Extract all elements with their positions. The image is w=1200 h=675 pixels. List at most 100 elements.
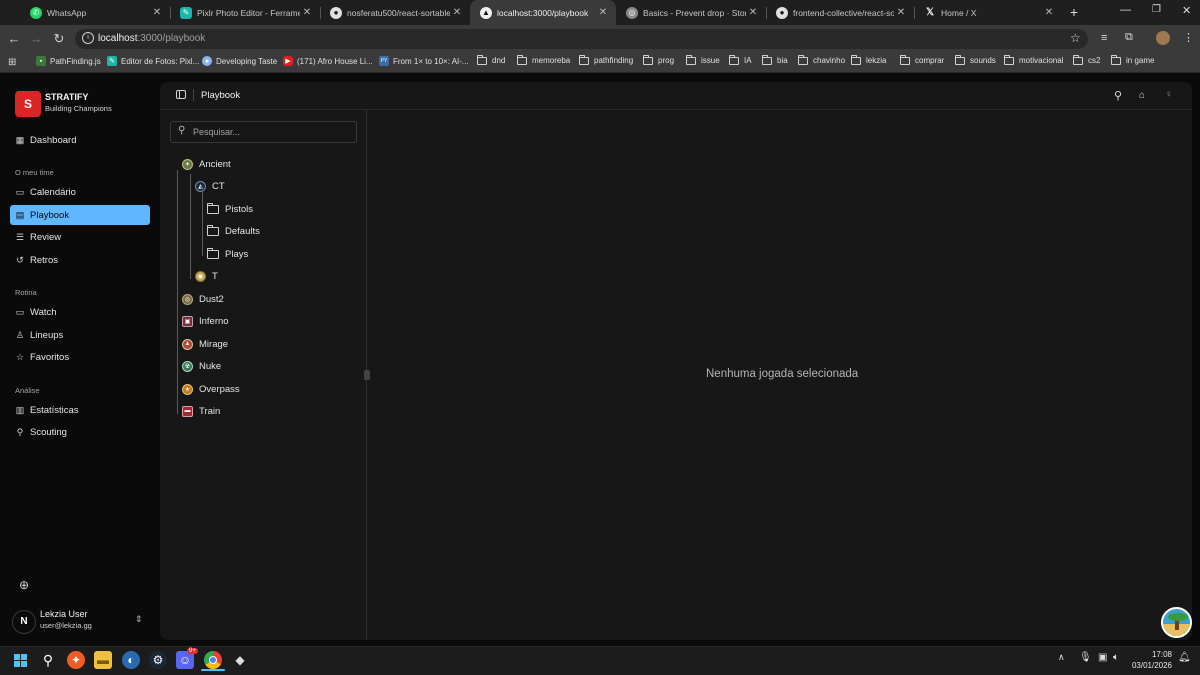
clock-date[interactable]: 03/01/2026 bbox=[1126, 661, 1172, 670]
monitor-icon: ▭ bbox=[15, 306, 25, 317]
sidebar-item-scouting[interactable]: ⚲ Scouting bbox=[10, 422, 150, 442]
sidebar-item-lineups[interactable]: ♙ Lineups bbox=[10, 325, 150, 345]
reload-button[interactable]: ↻ bbox=[50, 30, 68, 48]
bookmark-folder[interactable]: comprar bbox=[900, 54, 944, 65]
tree-node-folder[interactable]: Defaults bbox=[207, 222, 260, 240]
tree-node-ct[interactable]: ◭ CT bbox=[195, 177, 225, 195]
sidebar-item-watch[interactable]: ▭ Watch bbox=[10, 302, 150, 322]
close-tab-icon[interactable]: ✕ bbox=[150, 7, 164, 18]
bookmark-item[interactable]: ▪ PathFinding.js bbox=[36, 56, 101, 66]
sidebar-item-favoritos[interactable]: ☆ Favoritos bbox=[10, 347, 150, 367]
language-globe-icon[interactable]: ⊕ bbox=[19, 578, 29, 592]
back-button[interactable]: ← bbox=[5, 30, 23, 48]
mirage-map-icon: ▲ bbox=[182, 338, 193, 350]
site-info-icon[interactable]: i bbox=[82, 32, 94, 44]
sidebar-item-calendario[interactable]: ▭ Calendário bbox=[10, 182, 150, 202]
search-input[interactable]: ⚲ Pesquisar... bbox=[170, 121, 357, 143]
bookmark-item[interactable]: ▶ (171) Afro House Li... bbox=[283, 56, 373, 66]
tree-node-map[interactable]: ▬ Train bbox=[182, 402, 220, 420]
steam-icon[interactable]: ⚙ bbox=[149, 651, 167, 669]
bookmark-item[interactable]: ✎ Editor de Fotos: Pixl... bbox=[107, 56, 199, 66]
new-tab-button[interactable]: + bbox=[1066, 4, 1082, 20]
tree-node-map[interactable]: ★ Overpass bbox=[182, 380, 240, 398]
chrome-icon[interactable] bbox=[204, 651, 222, 669]
media-controls-icon[interactable]: ≡ bbox=[1101, 32, 1107, 44]
tree-node-map[interactable]: ☢ Nuke bbox=[182, 357, 221, 375]
address-bar[interactable] bbox=[75, 29, 1088, 49]
close-tab-icon[interactable]: ✕ bbox=[1042, 7, 1056, 18]
browser-tab[interactable]: ● nosferatu500/react-sortable-tre ✕ bbox=[320, 0, 470, 25]
browser-tab-active[interactable]: ▲ localhost:3000/playbook ✕ bbox=[470, 0, 616, 25]
network-icon[interactable]: ▣ bbox=[1098, 652, 1107, 663]
notification-bell-icon[interactable]: 🔔︎ bbox=[1178, 652, 1191, 663]
close-tab-icon[interactable]: ✕ bbox=[450, 7, 464, 18]
clock-time[interactable]: 17:08 bbox=[1126, 650, 1172, 659]
tree-node-map[interactable]: ▲ Mirage bbox=[182, 335, 228, 353]
bookmark-folder[interactable]: bia bbox=[762, 54, 788, 65]
bookmark-star-icon[interactable]: ☆ bbox=[1070, 31, 1081, 45]
tree-node-map[interactable]: ◎ Dust2 bbox=[182, 290, 224, 308]
restore-button[interactable]: ❐ bbox=[1152, 4, 1161, 15]
retros-icon: ↺ bbox=[16, 254, 24, 265]
tree-guide-line bbox=[202, 192, 203, 256]
bookmark-folder[interactable]: IA bbox=[729, 54, 752, 65]
bookmark-item[interactable]: ● Developing Taste bbox=[202, 56, 277, 66]
bookmark-folder[interactable]: chavinho bbox=[798, 54, 845, 65]
sidebar-item-retros[interactable]: ↺ Retros bbox=[10, 250, 150, 270]
tree-node-folder[interactable]: Plays bbox=[207, 245, 248, 263]
close-window-button[interactable]: ✕ bbox=[1182, 4, 1191, 17]
volume-icon[interactable]: 🔈︎ bbox=[1113, 652, 1119, 663]
bookmark-folder[interactable]: motivacional bbox=[1004, 54, 1063, 65]
app-icon[interactable]: ◐ bbox=[122, 651, 140, 669]
apps-grid-icon[interactable]: ⊞ bbox=[8, 57, 16, 68]
file-explorer-icon[interactable]: ▬ bbox=[94, 651, 112, 669]
sidebar-item-playbook[interactable]: ▤ Playbook bbox=[10, 205, 150, 225]
close-tab-icon[interactable]: ✕ bbox=[596, 7, 610, 18]
bookmark-folder[interactable]: issue bbox=[686, 54, 720, 65]
tree-node-t[interactable]: ◉ T bbox=[195, 267, 218, 285]
sidebar-item-review[interactable]: ☰ Review bbox=[10, 227, 150, 247]
user-menu-chevron-icon[interactable]: ⇕ bbox=[135, 614, 143, 625]
close-tab-icon[interactable]: ✕ bbox=[300, 7, 314, 18]
forward-button[interactable]: → bbox=[27, 30, 45, 48]
minimize-button[interactable]: — bbox=[1120, 4, 1131, 16]
bookmark-folder[interactable]: dnd bbox=[477, 54, 505, 65]
inbox-icon[interactable]: ⌂ bbox=[1139, 90, 1145, 101]
chrome-menu-icon[interactable]: ⋮ bbox=[1183, 31, 1194, 44]
tree-node-folder[interactable]: Pistols bbox=[207, 200, 253, 218]
bookmark-folder[interactable]: pathfinding bbox=[579, 54, 633, 65]
tree-node-map[interactable]: ▣ Inferno bbox=[182, 312, 229, 330]
search-icon[interactable]: ⚲ bbox=[1114, 89, 1122, 102]
sidebar-item-dashboard[interactable]: ▦ Dashboard bbox=[10, 130, 150, 150]
brave-browser-icon[interactable]: ✦ bbox=[67, 651, 85, 669]
user-avatar[interactable]: N bbox=[12, 610, 36, 634]
brand-logo[interactable]: S bbox=[15, 91, 41, 117]
resize-handle[interactable] bbox=[364, 370, 370, 380]
tree-node-ancient[interactable]: ✦ Ancient bbox=[182, 155, 231, 173]
close-tab-icon[interactable]: ✕ bbox=[746, 7, 760, 18]
profile-avatar[interactable] bbox=[1156, 31, 1170, 45]
bookmark-folder[interactable]: prog bbox=[643, 54, 674, 65]
bookmark-folder[interactable]: in game bbox=[1111, 54, 1154, 65]
toggle-sidebar-icon[interactable] bbox=[176, 90, 186, 99]
microphone-icon[interactable]: 🎙︎ bbox=[1079, 652, 1092, 663]
close-tab-icon[interactable]: ✕ bbox=[894, 7, 908, 18]
browser-tab[interactable]: ● frontend-collective/react-sorta ✕ bbox=[766, 0, 914, 25]
bookmark-folder[interactable]: lekzia bbox=[851, 54, 886, 65]
browser-tab[interactable]: ◎ Basics - Prevent drop · Storybo ✕ bbox=[616, 0, 766, 25]
hint-bulb-icon[interactable]: ♀ bbox=[1165, 89, 1173, 100]
cursor-app-icon[interactable]: ◆ bbox=[231, 651, 249, 669]
windows-start-icon[interactable] bbox=[11, 651, 29, 669]
bookmark-folder[interactable]: cs2 bbox=[1073, 54, 1100, 65]
browser-tab[interactable]: ✎ Pixlr Photo Editor - Ferramenta ✕ bbox=[170, 0, 320, 25]
extensions-icon[interactable]: ⧉ bbox=[1125, 31, 1133, 44]
bookmark-folder[interactable]: sounds bbox=[955, 54, 996, 65]
bookmark-item[interactable]: PY From 1× to 10×: AI-... bbox=[379, 56, 469, 66]
browser-tab[interactable]: 𝕏 Home / X ✕ bbox=[914, 0, 1062, 25]
sidebar-item-estatisticas[interactable]: ▥ Estatísticas bbox=[10, 400, 150, 420]
floating-assistant-button[interactable] bbox=[1161, 607, 1192, 638]
search-icon[interactable]: ⚲ bbox=[39, 651, 57, 669]
browser-tab[interactable]: ✆ WhatsApp ✕ bbox=[20, 0, 170, 25]
tray-overflow-icon[interactable]: ∧ bbox=[1058, 652, 1065, 663]
bookmark-folder[interactable]: memoreba bbox=[517, 54, 570, 65]
